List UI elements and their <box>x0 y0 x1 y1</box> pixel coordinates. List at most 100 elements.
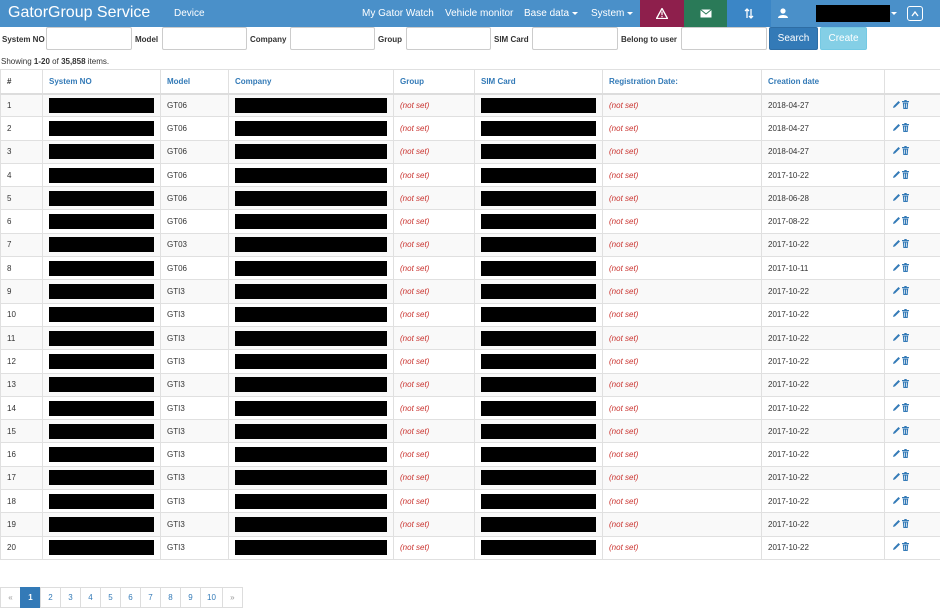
delete-trash-icon[interactable] <box>901 332 910 344</box>
redacted-sim-card <box>481 284 596 300</box>
nav-my-gator-watch[interactable]: My Gator Watch <box>362 8 434 19</box>
edit-pencil-icon[interactable] <box>892 287 901 297</box>
delete-trash-icon[interactable] <box>901 262 910 274</box>
pagination-next[interactable]: » <box>221 587 243 608</box>
redacted-system-no <box>49 470 154 486</box>
delete-trash-icon[interactable] <box>901 449 910 460</box>
cell-sim-card <box>474 325 603 351</box>
cell-company <box>228 489 394 514</box>
column-header-creation-date[interactable]: Creation date <box>761 69 885 95</box>
cell-actions <box>884 256 940 281</box>
create-button[interactable]: Create <box>820 27 867 50</box>
delete-trash-icon[interactable] <box>901 472 910 483</box>
sort-tile[interactable] <box>727 0 771 27</box>
column-header-model[interactable]: Model <box>160 69 229 95</box>
group-input[interactable] <box>406 27 491 50</box>
cell-creation-date: 2018-04-27 <box>761 92 885 118</box>
delete-trash-icon[interactable] <box>901 495 910 507</box>
column-header-sim-card[interactable]: SIM Card <box>474 69 603 95</box>
delete-trash-icon[interactable] <box>901 379 910 390</box>
belong-to-user-input[interactable] <box>681 27 767 50</box>
delete-trash-icon[interactable] <box>901 355 910 367</box>
delete-trash-icon[interactable] <box>901 239 910 250</box>
table-row: 5 GT06 (not set) (not set) 2018-06-28 <box>0 186 940 211</box>
cell-model: GTI3 <box>160 535 229 560</box>
pagination-page[interactable]: 5 <box>100 587 121 608</box>
edit-pencil-icon[interactable] <box>892 380 901 390</box>
edit-pencil-icon[interactable] <box>892 403 901 414</box>
edit-pencil-icon[interactable] <box>892 496 901 507</box>
cell-creation-date: 2017-10-22 <box>761 325 885 351</box>
edit-pencil-icon[interactable] <box>892 310 901 320</box>
brand-title[interactable]: GatorGroup Service <box>8 4 150 22</box>
model-input[interactable] <box>162 27 247 50</box>
cell-creation-date: 2017-10-22 <box>761 442 885 467</box>
edit-pencil-icon[interactable] <box>892 100 901 111</box>
delete-trash-icon[interactable] <box>901 425 910 437</box>
edit-pencil-icon[interactable] <box>892 473 901 483</box>
cell-model: GTI3 <box>160 302 229 327</box>
cell-actions <box>884 465 940 491</box>
pagination-page[interactable]: 8 <box>160 587 181 608</box>
delete-trash-icon[interactable] <box>901 146 910 157</box>
redacted-system-no <box>49 144 154 160</box>
cell-system-no <box>42 349 161 374</box>
redacted-system-no <box>49 540 154 556</box>
pagination-page[interactable]: 2 <box>40 587 61 608</box>
edit-pencil-icon[interactable] <box>892 217 901 227</box>
sort-icon <box>744 8 754 19</box>
edit-pencil-icon[interactable] <box>892 450 901 460</box>
pagination-page[interactable]: 7 <box>140 587 161 608</box>
edit-pencil-icon[interactable] <box>892 263 901 274</box>
edit-pencil-icon[interactable] <box>892 426 901 437</box>
pagination-page[interactable]: 4 <box>80 587 101 608</box>
cell-company <box>228 209 394 234</box>
pagination-page[interactable]: 1 <box>20 587 41 608</box>
column-header-registration-date[interactable]: Registration Date: <box>602 69 762 95</box>
redacted-company <box>235 377 387 393</box>
filter-label-belong-to-user: Belong to user <box>621 35 678 44</box>
column-header-group[interactable]: Group <box>393 69 475 95</box>
company-input[interactable] <box>290 27 375 50</box>
edit-pencil-icon[interactable] <box>892 123 901 134</box>
pagination-prev[interactable]: « <box>0 587 21 608</box>
edit-pencil-icon[interactable] <box>892 333 901 344</box>
cell-number: 2 <box>0 116 43 141</box>
alerts-tile[interactable] <box>640 0 684 27</box>
delete-trash-icon[interactable] <box>901 216 910 227</box>
delete-trash-icon[interactable] <box>901 169 910 181</box>
pagination-page[interactable]: 10 <box>200 587 223 608</box>
collapse-icon[interactable] <box>907 6 923 21</box>
delete-trash-icon[interactable] <box>901 99 910 111</box>
delete-trash-icon[interactable] <box>901 309 910 320</box>
redacted-company <box>235 307 387 323</box>
nav-device-link[interactable]: Device <box>174 8 205 19</box>
delete-trash-icon[interactable] <box>901 518 910 530</box>
edit-pencil-icon[interactable] <box>892 147 901 157</box>
messages-tile[interactable] <box>684 0 727 27</box>
nav-vehicle-monitor[interactable]: Vehicle monitor <box>445 8 513 19</box>
delete-trash-icon[interactable] <box>901 286 910 297</box>
pagination-page[interactable]: 3 <box>60 587 81 608</box>
sim-card-input[interactable] <box>532 27 618 50</box>
edit-pencil-icon[interactable] <box>892 240 901 250</box>
edit-pencil-icon[interactable] <box>892 193 901 204</box>
column-header-system-no[interactable]: System NO <box>42 69 161 95</box>
search-button[interactable]: Search <box>769 27 818 50</box>
column-header-company[interactable]: Company <box>228 69 394 95</box>
delete-trash-icon[interactable] <box>901 402 910 414</box>
edit-pencil-icon[interactable] <box>892 170 901 181</box>
edit-pencil-icon[interactable] <box>892 543 901 553</box>
nav-base-data-dropdown[interactable]: Base data <box>524 8 579 19</box>
delete-trash-icon[interactable] <box>901 122 910 134</box>
nav-system-dropdown[interactable]: System <box>591 8 634 19</box>
redacted-system-no <box>49 260 154 276</box>
delete-trash-icon[interactable] <box>901 192 910 204</box>
delete-trash-icon[interactable] <box>901 542 910 553</box>
pagination-page[interactable]: 9 <box>180 587 201 608</box>
edit-pencil-icon[interactable] <box>892 356 901 367</box>
system-no-input[interactable] <box>46 27 132 50</box>
pagination-page[interactable]: 6 <box>120 587 141 608</box>
redacted-company <box>235 400 387 416</box>
edit-pencil-icon[interactable] <box>892 519 901 530</box>
